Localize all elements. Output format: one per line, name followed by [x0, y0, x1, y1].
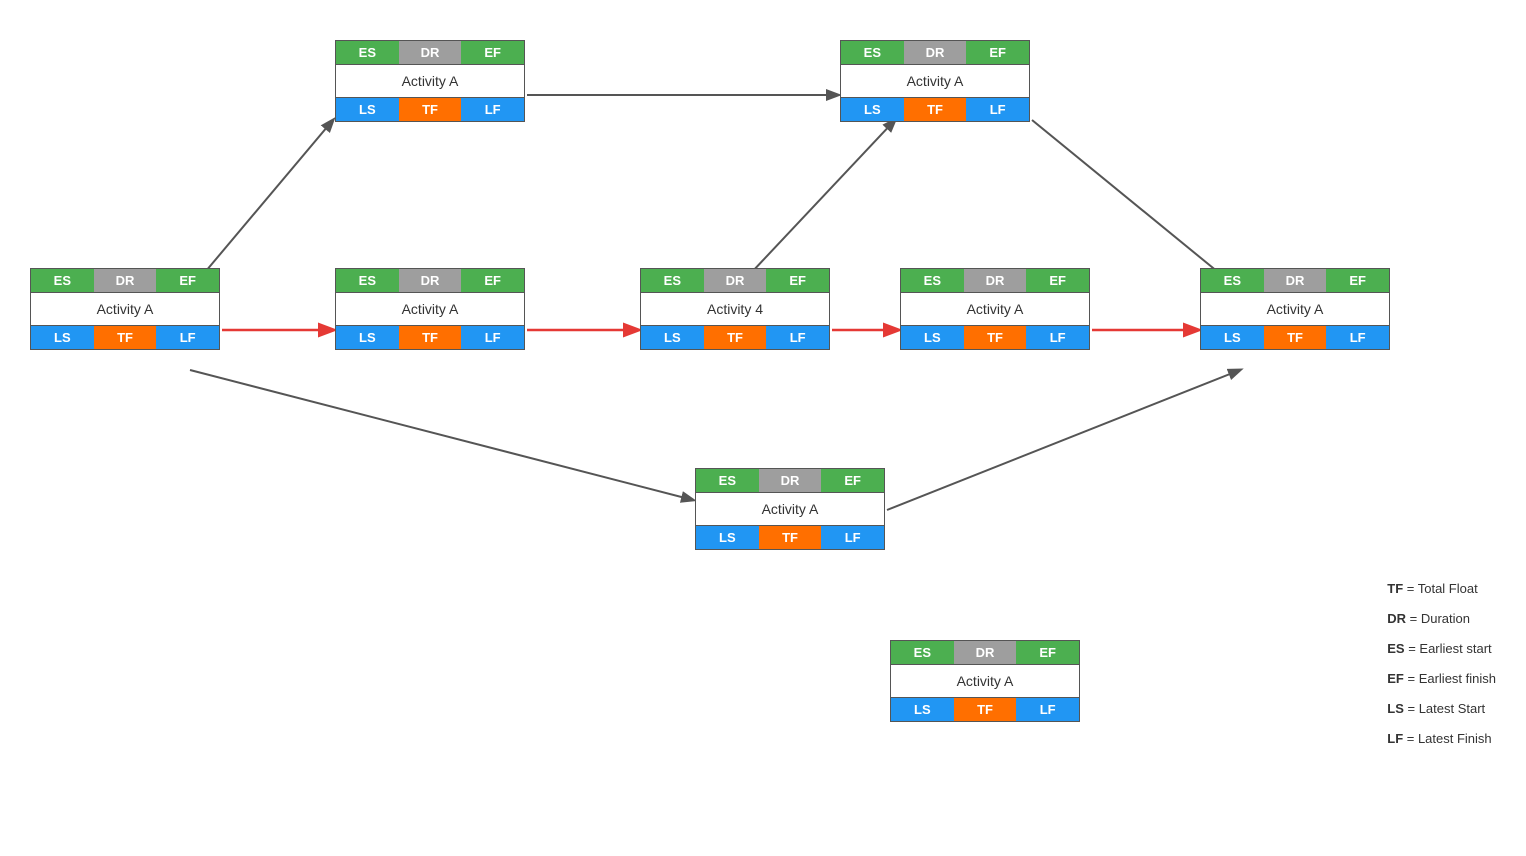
cell-lf-n9: LF — [1016, 698, 1079, 721]
cell-es-n2: ES — [336, 41, 399, 64]
activity-label-n3: Activity A — [336, 292, 524, 326]
cell-ls-n2: LS — [336, 98, 399, 121]
cell-es-n3: ES — [336, 269, 399, 292]
cell-tf-n4: TF — [704, 326, 767, 349]
cell-lf-n8: LF — [821, 526, 884, 549]
activity-label-n7: Activity A — [1201, 292, 1389, 326]
activity-node-n6: ESDREFActivity ALSTFLF — [900, 268, 1090, 350]
activity-label-n1: Activity A — [31, 292, 219, 326]
activity-node-n8: ESDREFActivity ALSTFLF — [695, 468, 885, 550]
activity-node-n1: ESDREFActivity ALSTFLF — [30, 268, 220, 350]
activity-node-n3: ESDREFActivity ALSTFLF — [335, 268, 525, 350]
cell-ls-n9: LS — [891, 698, 954, 721]
cell-lf-n2: LF — [461, 98, 524, 121]
cell-tf-n7: TF — [1264, 326, 1327, 349]
cell-dr-n7: DR — [1264, 269, 1327, 292]
activity-node-n2: ESDREFActivity ALSTFLF — [335, 40, 525, 122]
cell-ls-n5: LS — [841, 98, 904, 121]
cell-tf-n3: TF — [399, 326, 462, 349]
cell-lf-n7: LF — [1326, 326, 1389, 349]
cell-lf-n4: LF — [766, 326, 829, 349]
cell-dr-n6: DR — [964, 269, 1027, 292]
cell-ef-n7: EF — [1326, 269, 1389, 292]
cell-tf-n6: TF — [964, 326, 1027, 349]
legend: TF = Total Float DR = Duration ES = Earl… — [1387, 576, 1496, 756]
cell-dr-n9: DR — [954, 641, 1017, 664]
activity-node-n7: ESDREFActivity ALSTFLF — [1200, 268, 1390, 350]
cell-lf-n3: LF — [461, 326, 524, 349]
cell-dr-n5: DR — [904, 41, 967, 64]
cell-lf-n5: LF — [966, 98, 1029, 121]
activity-node-n5: ESDREFActivity ALSTFLF — [840, 40, 1030, 122]
cell-tf-n9: TF — [954, 698, 1017, 721]
legend-es: ES = Earliest start — [1387, 636, 1496, 662]
cell-ls-n7: LS — [1201, 326, 1264, 349]
cell-dr-n4: DR — [704, 269, 767, 292]
activity-node-n9: ESDREFActivity ALSTFLF — [890, 640, 1080, 722]
cell-lf-n6: LF — [1026, 326, 1089, 349]
cell-tf-n1: TF — [94, 326, 157, 349]
cell-ef-n6: EF — [1026, 269, 1089, 292]
cell-es-n5: ES — [841, 41, 904, 64]
cell-ls-n1: LS — [31, 326, 94, 349]
legend-tf: TF = Total Float — [1387, 576, 1496, 602]
cell-ls-n4: LS — [641, 326, 704, 349]
cell-lf-n1: LF — [156, 326, 219, 349]
activity-label-n2: Activity A — [336, 64, 524, 98]
cell-ef-n4: EF — [766, 269, 829, 292]
legend-dr: DR = Duration — [1387, 606, 1496, 632]
cell-tf-n8: TF — [759, 526, 822, 549]
cell-es-n8: ES — [696, 469, 759, 492]
cell-ls-n8: LS — [696, 526, 759, 549]
activity-label-n8: Activity A — [696, 492, 884, 526]
cell-dr-n3: DR — [399, 269, 462, 292]
cell-dr-n2: DR — [399, 41, 462, 64]
activity-node-n4: ESDREFActivity 4LSTFLF — [640, 268, 830, 350]
cell-dr-n1: DR — [94, 269, 157, 292]
cell-ef-n2: EF — [461, 41, 524, 64]
cell-ls-n3: LS — [336, 326, 399, 349]
activity-label-n4: Activity 4 — [641, 292, 829, 326]
cell-ls-n6: LS — [901, 326, 964, 349]
cell-es-n7: ES — [1201, 269, 1264, 292]
cell-ef-n1: EF — [156, 269, 219, 292]
legend-ls: LS = Latest Start — [1387, 696, 1496, 722]
legend-lf: LF = Latest Finish — [1387, 726, 1496, 752]
cell-tf-n2: TF — [399, 98, 462, 121]
cell-es-n9: ES — [891, 641, 954, 664]
legend-ef: EF = Earliest finish — [1387, 666, 1496, 692]
cell-ef-n5: EF — [966, 41, 1029, 64]
cell-es-n1: ES — [31, 269, 94, 292]
cell-es-n6: ES — [901, 269, 964, 292]
activity-label-n5: Activity A — [841, 64, 1029, 98]
activity-label-n6: Activity A — [901, 292, 1089, 326]
cell-ef-n8: EF — [821, 469, 884, 492]
cell-dr-n8: DR — [759, 469, 822, 492]
cell-tf-n5: TF — [904, 98, 967, 121]
cell-es-n4: ES — [641, 269, 704, 292]
activity-label-n9: Activity A — [891, 664, 1079, 698]
cell-ef-n9: EF — [1016, 641, 1079, 664]
cell-ef-n3: EF — [461, 269, 524, 292]
